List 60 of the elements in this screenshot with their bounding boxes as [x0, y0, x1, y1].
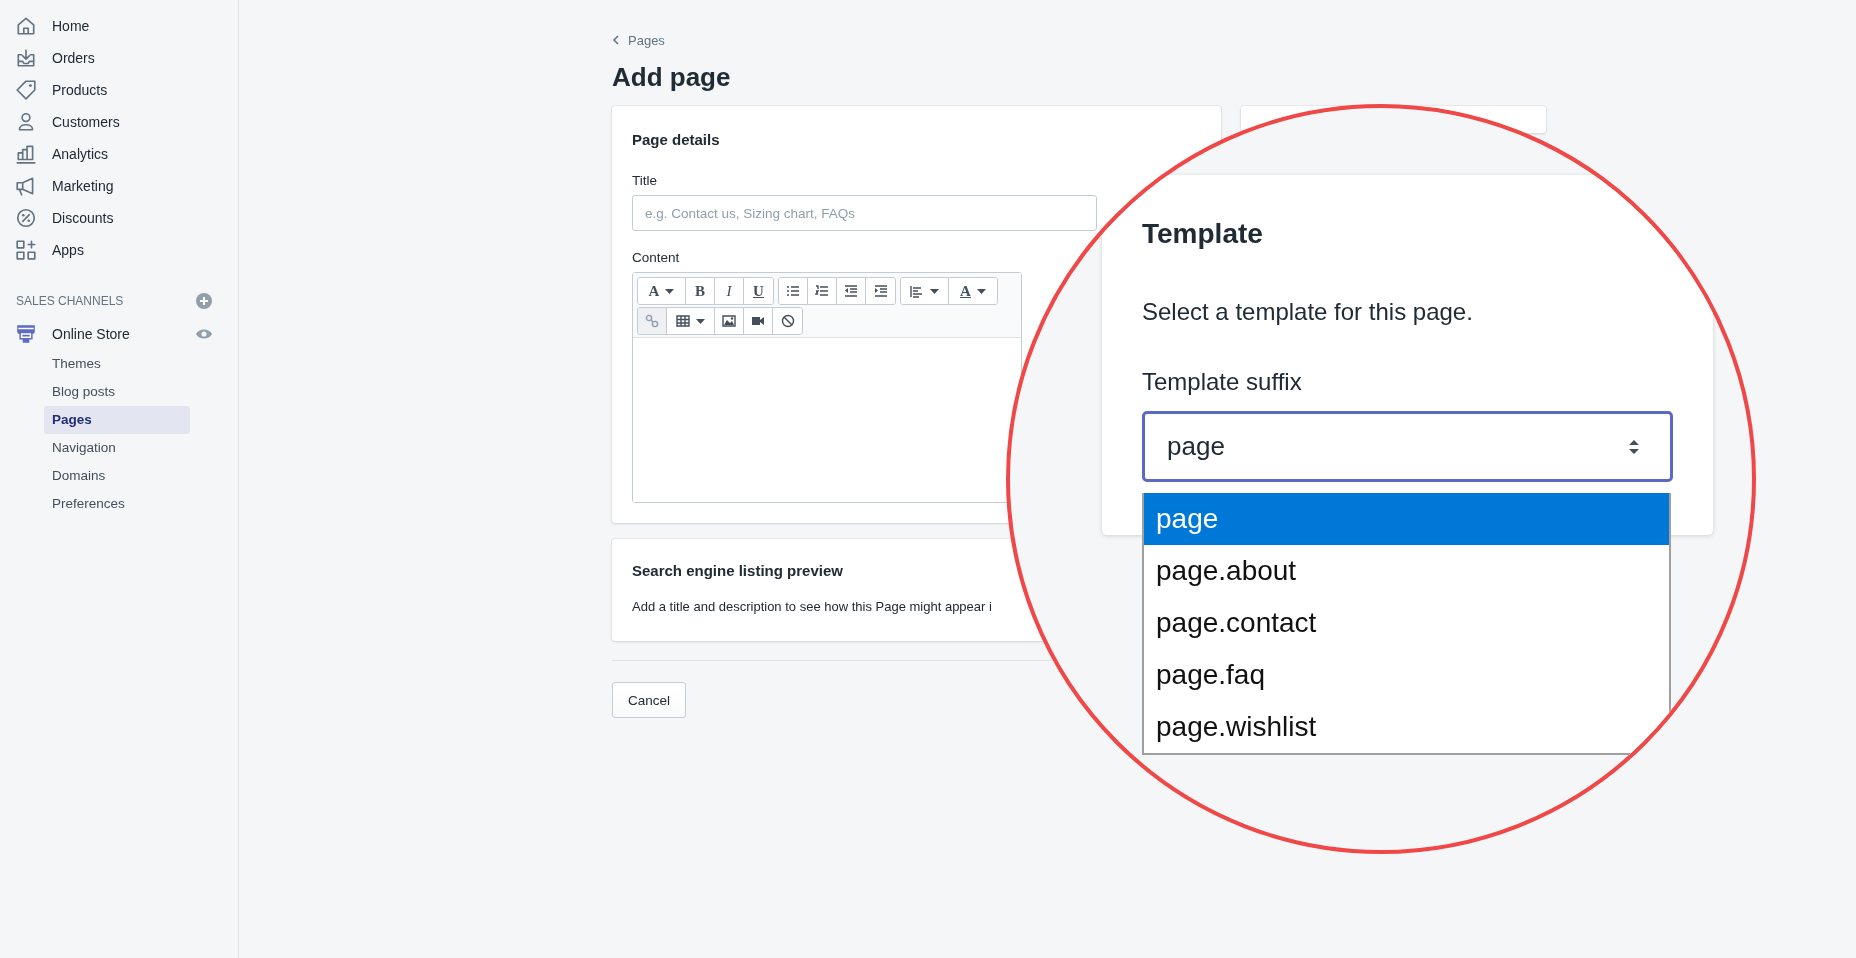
sub-nav-item[interactable]: Domains — [44, 462, 190, 490]
sub-nav-item[interactable]: Themes — [44, 350, 190, 378]
table-icon — [676, 314, 690, 328]
inbox-icon — [15, 47, 37, 69]
field-label: Template suffix — [1142, 367, 1303, 397]
tag-icon — [15, 79, 37, 101]
cancel-button[interactable]: Cancel — [612, 682, 687, 718]
nav-item[interactable]: Home — [0, 10, 238, 42]
discount-icon — [15, 207, 37, 229]
apps-icon — [15, 239, 37, 261]
storefront-icon — [15, 323, 37, 345]
bar-chart-icon — [15, 143, 37, 165]
image-icon — [722, 314, 736, 328]
nav-item[interactable]: Products — [0, 74, 238, 106]
sub-nav-item[interactable]: Blog posts — [44, 378, 190, 406]
numbered-list-icon — [815, 284, 829, 298]
back-link[interactable]: Pages — [612, 32, 665, 48]
card-heading: Template — [1142, 217, 1264, 251]
link-icon — [645, 314, 659, 328]
description-text: Add a title and description to see how this Page might appear i — [632, 599, 993, 614]
chevron-left-icon — [612, 35, 620, 45]
select-value: page — [1167, 431, 1225, 462]
nav-item[interactable]: Orders — [0, 42, 238, 74]
sub-nav-item[interactable]: Pages — [44, 406, 190, 434]
prohibited-icon — [780, 314, 795, 328]
outdent-icon — [844, 284, 858, 298]
description-text: Select a template for this page. — [1142, 297, 1474, 327]
bulleted-list-icon — [786, 284, 800, 298]
sub-nav-item[interactable]: Navigation — [44, 434, 190, 462]
nav-item[interactable]: Apps — [0, 234, 238, 266]
dropdown-option[interactable]: page — [1144, 493, 1669, 545]
nav-item[interactable]: Marketing — [0, 170, 238, 202]
indent-icon — [873, 284, 888, 298]
nav-item[interactable]: Analytics — [0, 138, 238, 170]
align-left-icon — [910, 284, 924, 298]
page-title: Add page — [612, 61, 732, 94]
section-title: SALES CHANNELS — [16, 294, 124, 308]
house-icon — [15, 15, 37, 37]
nav-item[interactable]: Discounts — [0, 202, 238, 234]
caret-icon — [976, 288, 986, 294]
sub-nav-item[interactable]: Preferences — [44, 490, 190, 518]
dropdown-option[interactable]: page.faq — [1144, 649, 1669, 701]
caret-icon — [665, 288, 675, 294]
dropdown-option[interactable]: page.contact — [1144, 597, 1669, 649]
caret-icon — [930, 288, 939, 294]
template-select[interactable]: page — [1142, 411, 1673, 482]
field-label: Content — [632, 249, 681, 267]
nav-item[interactable]: Online Store — [0, 318, 130, 350]
font-button[interactable]: A — [638, 278, 686, 304]
card-heading: Page details — [632, 130, 721, 150]
dropdown-option[interactable]: page.about — [1144, 545, 1669, 597]
add-icon[interactable] — [196, 293, 212, 309]
field-label: Title — [632, 172, 658, 190]
sort-arrows-icon — [1628, 438, 1640, 455]
video-camera-icon — [751, 314, 765, 328]
align-button[interactable] — [901, 278, 949, 304]
bullets-button[interactable] — [779, 278, 808, 304]
nav-item[interactable]: Customers — [0, 106, 238, 138]
dropdown-option[interactable]: page.wishlist — [1144, 701, 1669, 753]
caret-icon — [696, 318, 705, 324]
